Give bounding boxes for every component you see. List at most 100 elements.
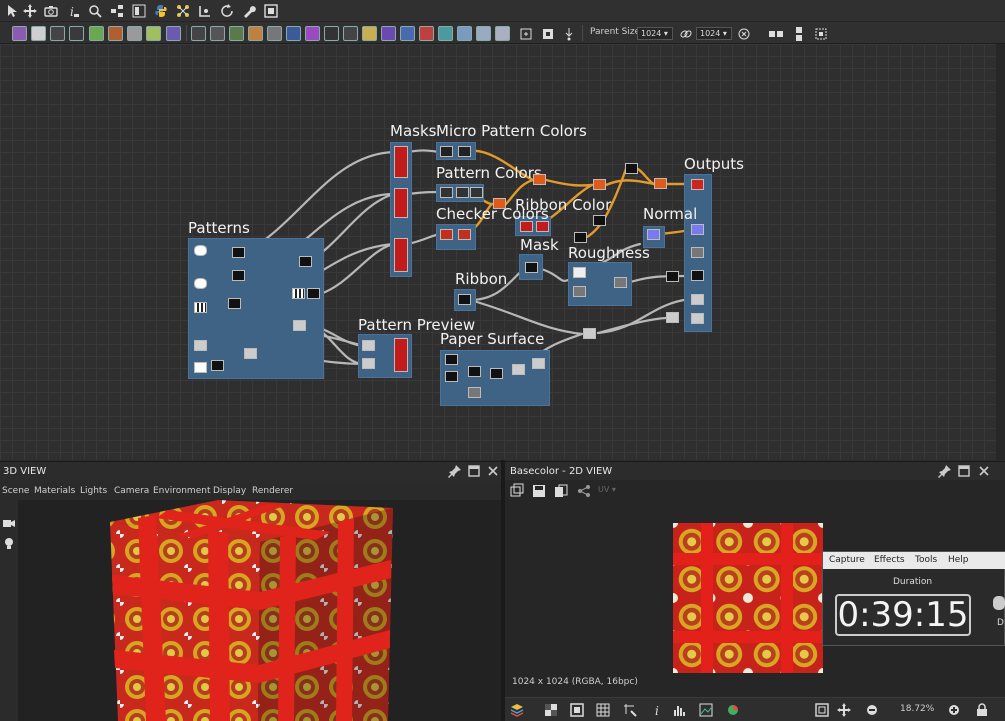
graph-node[interactable] bbox=[533, 174, 546, 185]
graph-node[interactable] bbox=[666, 312, 679, 323]
refresh-icon[interactable] bbox=[219, 3, 235, 19]
graph-node[interactable] bbox=[456, 187, 469, 198]
add-curve-icon[interactable] bbox=[146, 26, 161, 41]
reset-size-icon[interactable] bbox=[736, 26, 752, 42]
add-transform-icon[interactable] bbox=[400, 26, 415, 41]
close-icon[interactable] bbox=[485, 463, 501, 479]
menu-renderer[interactable]: Renderer bbox=[252, 486, 293, 496]
parent-size-dropdown-2[interactable]: 1024 ▾ bbox=[696, 27, 732, 40]
graph-node[interactable] bbox=[362, 340, 375, 351]
graph-node[interactable] bbox=[593, 179, 606, 190]
menu-environment[interactable]: Environment bbox=[153, 486, 210, 496]
menu-scene[interactable]: Scene bbox=[2, 486, 29, 496]
add-text-icon[interactable] bbox=[381, 26, 396, 41]
graph-node[interactable] bbox=[293, 320, 306, 331]
add-hsl-icon[interactable] bbox=[127, 26, 142, 41]
add-blur-icon[interactable] bbox=[267, 26, 282, 41]
add-distance-icon[interactable] bbox=[324, 26, 339, 41]
add-tile-icon[interactable] bbox=[210, 26, 225, 41]
add-levels-icon[interactable] bbox=[89, 26, 104, 41]
add-fx-map-icon[interactable] bbox=[457, 26, 472, 41]
graph-node[interactable] bbox=[691, 270, 704, 281]
graph-node[interactable] bbox=[394, 238, 408, 272]
graph-node[interactable] bbox=[440, 146, 453, 157]
layers-icon[interactable] bbox=[509, 702, 525, 718]
graph-node[interactable] bbox=[691, 224, 704, 235]
chain-link-icon[interactable] bbox=[678, 26, 694, 42]
light-bulb-icon[interactable] bbox=[1, 536, 17, 552]
align-icon[interactable] bbox=[109, 3, 125, 19]
graph-node[interactable] bbox=[194, 362, 207, 373]
graph-node[interactable] bbox=[194, 302, 207, 313]
add-color-to-mask-icon[interactable] bbox=[305, 26, 320, 41]
fit-view-icon[interactable] bbox=[509, 483, 525, 499]
screenshot-icon[interactable] bbox=[698, 702, 714, 718]
graph-node[interactable] bbox=[194, 245, 207, 256]
link-tool-icon[interactable] bbox=[197, 3, 213, 19]
layout-icon[interactable] bbox=[131, 3, 147, 19]
menu-lights[interactable]: Lights bbox=[80, 486, 107, 496]
graph-node[interactable] bbox=[573, 286, 586, 297]
search-icon[interactable] bbox=[87, 3, 103, 19]
add-edge-icon[interactable] bbox=[343, 26, 358, 41]
graph-node[interactable] bbox=[574, 232, 587, 243]
add-uniform-color-icon[interactable] bbox=[31, 26, 46, 41]
graph-scrollbar[interactable] bbox=[996, 44, 1005, 460]
graph-node[interactable] bbox=[458, 146, 471, 157]
info-icon[interactable]: i bbox=[65, 3, 81, 19]
graph-node[interactable] bbox=[194, 340, 207, 351]
uv-dropdown[interactable]: UV ▾ bbox=[598, 485, 616, 494]
tile-grid-icon[interactable] bbox=[595, 702, 611, 718]
lock-icon[interactable] bbox=[974, 702, 990, 718]
dot-add-icon[interactable] bbox=[561, 26, 577, 42]
graph-node[interactable] bbox=[299, 256, 312, 267]
graph-node[interactable] bbox=[583, 328, 596, 339]
add-noise-icon[interactable] bbox=[166, 26, 181, 41]
add-bitmap-icon[interactable] bbox=[12, 26, 27, 41]
add-normal-icon[interactable] bbox=[286, 26, 301, 41]
select-arrow-icon[interactable] bbox=[4, 3, 20, 19]
color-wheel-icon[interactable] bbox=[725, 702, 741, 718]
graph-node[interactable] bbox=[520, 221, 533, 232]
graph-node[interactable] bbox=[440, 229, 453, 240]
add-blend-icon[interactable] bbox=[50, 26, 65, 41]
menu-tools[interactable]: Tools bbox=[915, 555, 937, 565]
graph-node[interactable] bbox=[654, 178, 667, 189]
graph-node[interactable] bbox=[493, 198, 506, 209]
graph-node[interactable] bbox=[362, 358, 375, 369]
graph-node[interactable] bbox=[625, 163, 638, 174]
graph-node[interactable] bbox=[232, 247, 245, 258]
pan-icon[interactable] bbox=[22, 3, 38, 19]
graph-node[interactable] bbox=[292, 288, 305, 299]
graph-node[interactable] bbox=[445, 354, 458, 365]
graph-node[interactable] bbox=[440, 187, 453, 198]
function-graph-icon[interactable] bbox=[175, 3, 191, 19]
graph-node[interactable] bbox=[394, 338, 408, 372]
info-icon[interactable]: i bbox=[649, 702, 665, 718]
zoom-level[interactable]: 18.72% bbox=[900, 704, 934, 714]
add-svg-icon[interactable] bbox=[476, 26, 491, 41]
menu-display[interactable]: Display bbox=[213, 486, 246, 496]
add-pixel-processor-icon[interactable] bbox=[438, 26, 453, 41]
pin-icon[interactable] bbox=[937, 463, 953, 479]
fit-screen-icon[interactable] bbox=[814, 702, 830, 718]
camera-icon[interactable] bbox=[43, 3, 59, 19]
wrench-icon[interactable] bbox=[241, 3, 257, 19]
add-gradient-icon[interactable] bbox=[108, 26, 123, 41]
add-comment-icon[interactable] bbox=[495, 26, 510, 41]
video-camera-icon[interactable] bbox=[1, 515, 17, 531]
menu-capture[interactable]: Capture bbox=[829, 555, 865, 565]
graph-node[interactable] bbox=[228, 298, 241, 309]
stop-button[interactable] bbox=[993, 596, 1005, 610]
add-shuffle-icon[interactable] bbox=[69, 26, 84, 41]
graph-node[interactable] bbox=[211, 360, 224, 371]
align-vertical-icon[interactable] bbox=[791, 26, 807, 42]
add-warp-icon[interactable] bbox=[248, 26, 263, 41]
zoom-out-icon[interactable] bbox=[864, 702, 880, 718]
graph-node[interactable] bbox=[394, 146, 408, 178]
graph-node[interactable] bbox=[458, 229, 471, 240]
graph-node[interactable] bbox=[490, 368, 503, 379]
copy-icon[interactable] bbox=[553, 483, 569, 499]
uv-graph-icon[interactable] bbox=[576, 483, 592, 499]
graph-node[interactable] bbox=[532, 358, 545, 369]
